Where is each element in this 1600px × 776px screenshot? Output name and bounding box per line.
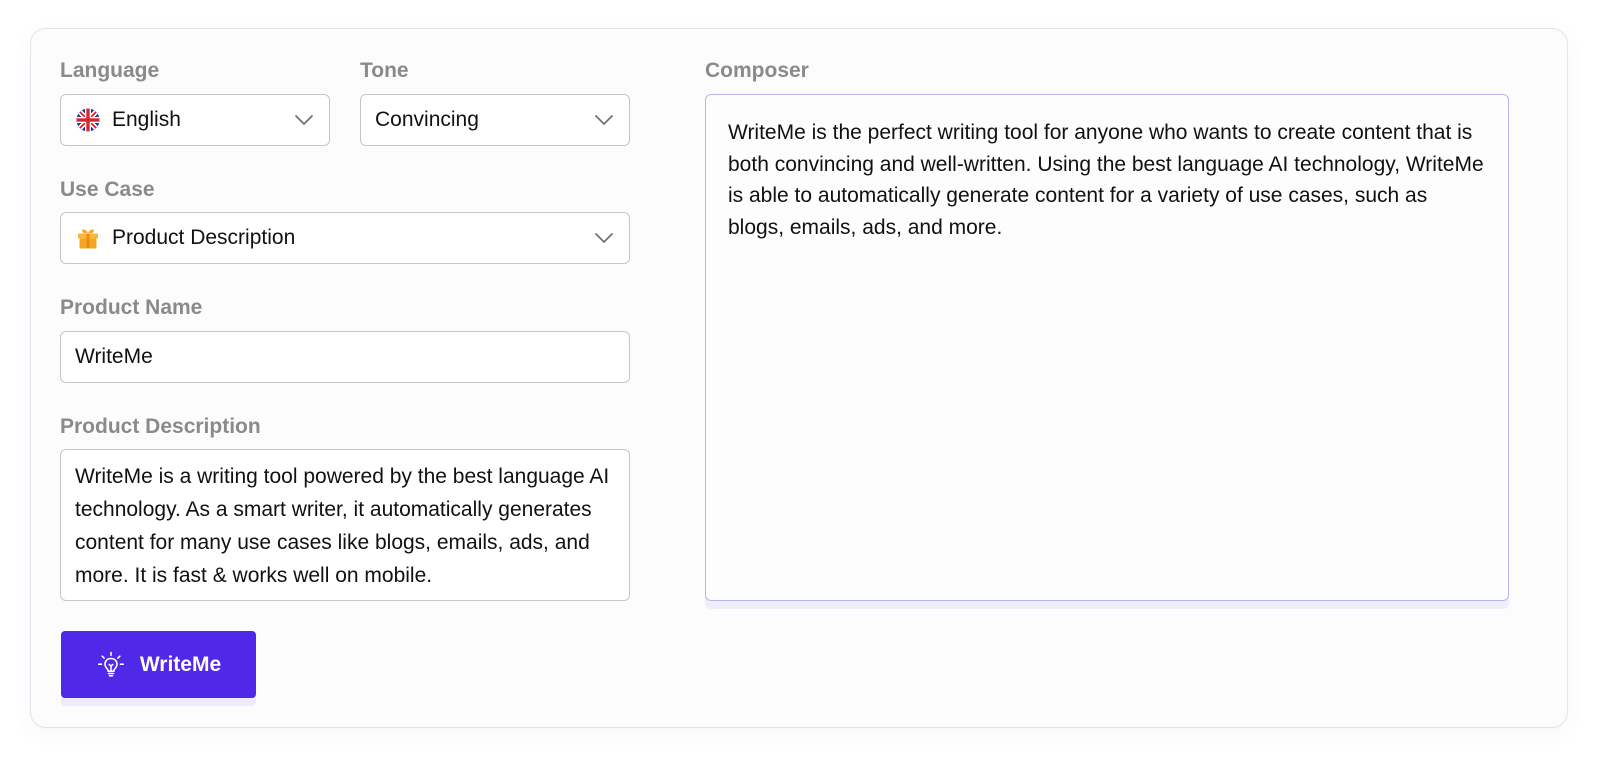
use-case-value: Product Description bbox=[112, 226, 296, 249]
language-label: Language bbox=[60, 59, 160, 82]
gift-icon bbox=[75, 225, 101, 251]
tone-select[interactable]: Convincing bbox=[360, 94, 630, 146]
writeme-button-label: WriteMe bbox=[139, 652, 222, 676]
composer-output[interactable]: WriteMe is the perfect writing tool for … bbox=[705, 94, 1509, 601]
product-name-label: Product Name bbox=[60, 296, 203, 319]
product-description-label: Product Description bbox=[60, 415, 261, 438]
chevron-down-icon bbox=[293, 109, 315, 131]
tone-value: Convincing bbox=[375, 108, 479, 131]
chevron-down-icon bbox=[593, 109, 615, 131]
language-select[interactable]: English bbox=[60, 94, 330, 146]
composer-label: Composer bbox=[705, 59, 809, 82]
tone-label: Tone bbox=[360, 59, 409, 82]
writeme-button[interactable]: WriteMe bbox=[61, 631, 256, 698]
uk-flag-icon bbox=[75, 107, 101, 133]
writer-card: Language English Tone Convincing Use Cas… bbox=[30, 28, 1568, 728]
use-case-label: Use Case bbox=[60, 178, 155, 201]
product-name-input[interactable]: WriteMe bbox=[60, 331, 630, 383]
product-description-textarea[interactable]: WriteMe is a writing tool powered by the… bbox=[60, 449, 630, 601]
lightbulb-icon bbox=[96, 650, 126, 680]
use-case-select[interactable]: Product Description bbox=[60, 212, 630, 264]
language-value: English bbox=[112, 108, 181, 131]
chevron-down-icon bbox=[593, 227, 615, 249]
product-name-value: WriteMe bbox=[75, 345, 153, 368]
